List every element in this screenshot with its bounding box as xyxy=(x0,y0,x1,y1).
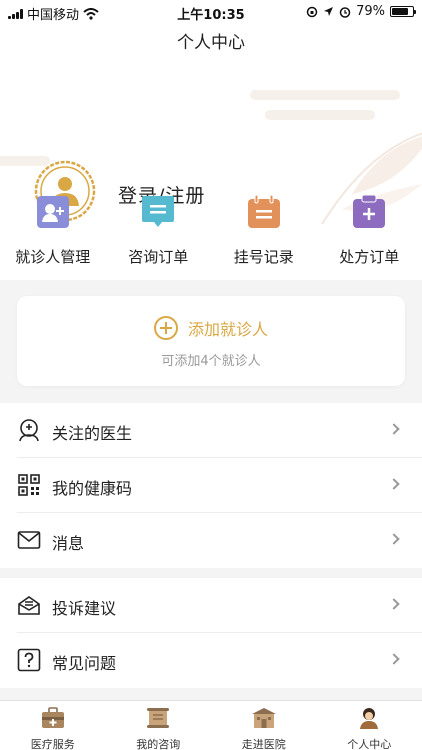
menu-group-secondary: 投诉建议 常见问题 xyxy=(0,578,422,688)
tab-label: 个人中心 xyxy=(347,738,392,750)
menu-item-complaints[interactable]: 投诉建议 xyxy=(0,578,422,633)
menu-item-messages[interactable]: 消息 xyxy=(0,513,422,568)
menu-label: 消息 xyxy=(52,534,85,553)
tab-my-consultations[interactable]: 我的咨询 xyxy=(106,701,212,750)
patient-management-button[interactable]: 就诊人管理 xyxy=(0,194,106,267)
medical-kit-icon xyxy=(41,707,64,728)
tab-label: 我的咨询 xyxy=(136,738,181,750)
menu-item-followed-doctors[interactable]: 关注的医生 xyxy=(0,403,422,458)
add-patient-subtitle: 可添加4个就诊人 xyxy=(161,354,261,369)
tab-personal-center[interactable]: 个人中心 xyxy=(317,701,422,750)
tab-label: 走进医院 xyxy=(241,738,286,750)
registration-record-icon xyxy=(247,194,280,228)
add-patient-card[interactable]: 添加就诊人 可添加4个就诊人 xyxy=(17,296,405,386)
chevron-right-icon xyxy=(388,653,400,665)
consultation-order-icon xyxy=(142,196,175,227)
menu-label: 关注的医生 xyxy=(52,424,133,443)
chevron-right-icon xyxy=(388,598,400,610)
location-icon xyxy=(324,7,334,16)
patient-management-label: 就诊人管理 xyxy=(15,248,91,266)
battery-icon xyxy=(390,6,416,17)
add-circle-icon xyxy=(153,316,178,340)
hospital-icon xyxy=(251,708,276,728)
alarm-icon xyxy=(339,6,351,18)
qr-code-icon xyxy=(18,474,40,496)
tab-medical-services[interactable]: 医疗服务 xyxy=(0,701,106,750)
patient-management-icon xyxy=(36,196,69,228)
battery-percent: 79% xyxy=(356,4,385,19)
page-title: 个人中心 xyxy=(0,24,422,64)
chevron-right-icon xyxy=(388,533,400,545)
prescription-order-icon xyxy=(353,194,386,228)
registration-record-button[interactable]: 挂号记录 xyxy=(211,194,317,267)
decorative-line xyxy=(265,110,375,120)
consultation-order-button[interactable]: 咨询订单 xyxy=(106,194,212,267)
prescription-order-label: 处方订单 xyxy=(339,248,400,266)
profile-icon xyxy=(360,708,379,729)
menu-item-faq[interactable]: 常见问题 xyxy=(0,633,422,688)
menu-group-primary: 关注的医生 我的健康码 消息 xyxy=(0,403,422,568)
chevron-right-icon xyxy=(388,478,400,490)
registration-record-label: 挂号记录 xyxy=(233,248,294,266)
status-bar: 中国移动 上午10:35 79% xyxy=(0,0,422,24)
menu-label: 投诉建议 xyxy=(52,599,117,618)
complaint-icon xyxy=(18,596,40,615)
bottom-tab-bar: 医疗服务 我的咨询 走进医院 个人中心 xyxy=(0,700,422,750)
menu-item-health-code[interactable]: 我的健康码 xyxy=(0,458,422,513)
consult-scroll-icon xyxy=(147,708,170,728)
tab-visit-hospital[interactable]: 走进医院 xyxy=(211,701,317,750)
quick-actions: 就诊人管理 咨询订单 挂号记录 处方订单 xyxy=(0,194,422,267)
menu-label: 常见问题 xyxy=(52,654,117,673)
doctor-icon xyxy=(19,419,39,442)
chevron-right-icon xyxy=(388,423,400,435)
add-patient-title: 添加就诊人 xyxy=(187,320,268,339)
consultation-order-label: 咨询订单 xyxy=(128,248,189,266)
question-icon xyxy=(17,648,41,672)
tab-label: 医疗服务 xyxy=(30,738,75,750)
decorative-line xyxy=(250,90,400,100)
prescription-order-button[interactable]: 处方订单 xyxy=(317,194,422,267)
menu-label: 我的健康码 xyxy=(52,479,133,498)
mail-icon xyxy=(17,531,41,549)
rotation-lock-icon xyxy=(306,6,318,17)
